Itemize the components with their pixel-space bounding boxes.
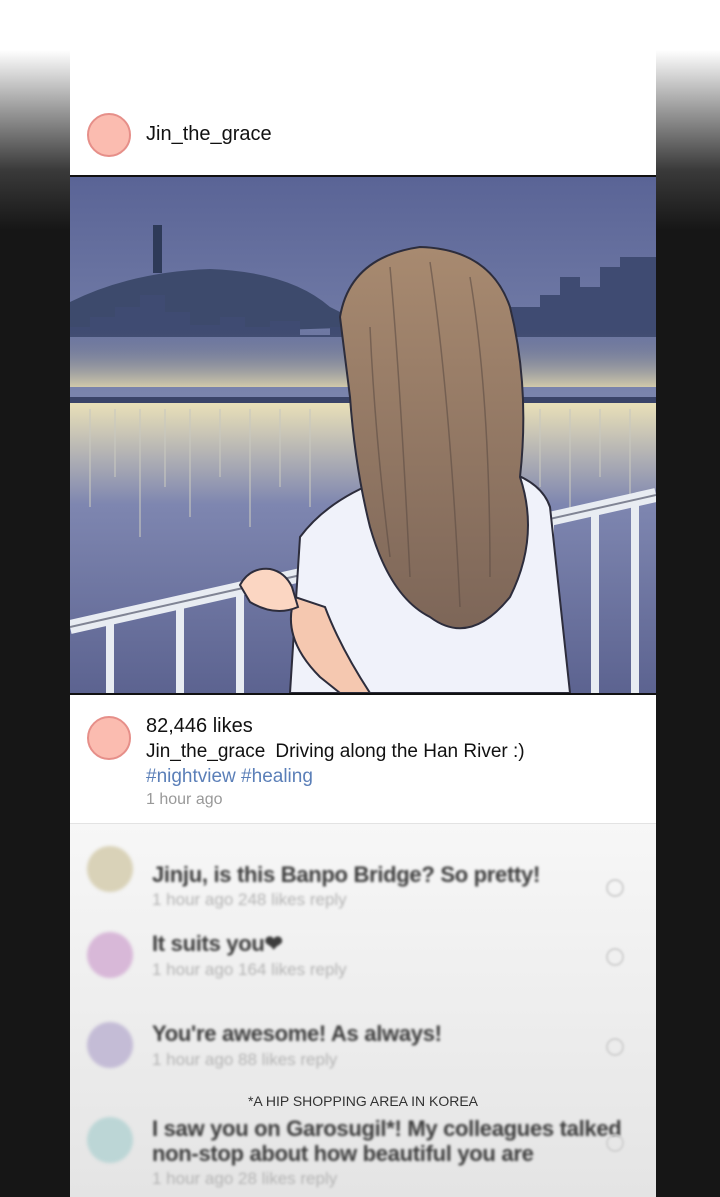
comment-item: You're awesome! As always! 1 hour ago 88…: [70, 1020, 656, 1100]
hashtags[interactable]: #nightview #healing: [146, 766, 313, 788]
heart-icon[interactable]: [606, 1038, 624, 1056]
avatar[interactable]: [87, 716, 131, 760]
post-photo[interactable]: [70, 175, 656, 695]
post-info: 82,446 likes Jin_the_grace Driving along …: [70, 705, 656, 823]
avatar[interactable]: [87, 113, 131, 157]
comment-item: Jinju, is this Banpo Bridge? So pretty! …: [70, 842, 656, 922]
instagram-post-panel: Jin_the_grace 82,446 likes Jin_the_grace…: [70, 0, 656, 1197]
comment-text: Jinju, is this Banpo Bridge? So pretty!: [152, 862, 540, 887]
heart-icon[interactable]: [606, 948, 624, 966]
heart-icon[interactable]: [606, 1134, 624, 1152]
comment-list: Jinju, is this Banpo Bridge? So pretty! …: [70, 823, 656, 1197]
heart-icon[interactable]: [606, 879, 624, 897]
comment-meta[interactable]: 1 hour ago 28 likes reply: [152, 1169, 337, 1189]
caption-text: Driving along the Han River :): [275, 741, 525, 762]
caption: Jin_the_grace Driving along the Han River…: [146, 741, 525, 763]
commenter-avatar[interactable]: [87, 1117, 133, 1163]
commenter-avatar[interactable]: [87, 1022, 133, 1068]
comment-text: It suits you❤: [152, 931, 283, 956]
post-username[interactable]: Jin_the_grace: [146, 123, 272, 146]
commenter-avatar[interactable]: [87, 846, 133, 892]
comment-meta[interactable]: 1 hour ago 164 likes reply: [152, 960, 347, 980]
comment-meta[interactable]: 1 hour ago 88 likes reply: [152, 1050, 337, 1070]
night-river-illustration: [70, 177, 656, 693]
comment-text: I saw you on Garosugil*! My colleagues t…: [152, 1116, 622, 1166]
post-time: 1 hour ago: [146, 791, 223, 808]
comment-meta[interactable]: 1 hour ago 248 likes reply: [152, 890, 347, 910]
like-count[interactable]: 82,446 likes: [146, 715, 253, 738]
comment-item: It suits you❤ 1 hour ago 164 likes reply: [70, 930, 656, 1010]
comment-item: I saw you on Garosugil*! My colleagues t…: [70, 1116, 656, 1197]
footnote: *A HIP SHOPPING AREA IN KOREA: [247, 1093, 479, 1109]
post-header: Jin_the_grace: [70, 108, 656, 168]
comment-text: You're awesome! As always!: [152, 1021, 442, 1046]
caption-username[interactable]: Jin_the_grace: [146, 741, 265, 762]
commenter-avatar[interactable]: [87, 932, 133, 978]
